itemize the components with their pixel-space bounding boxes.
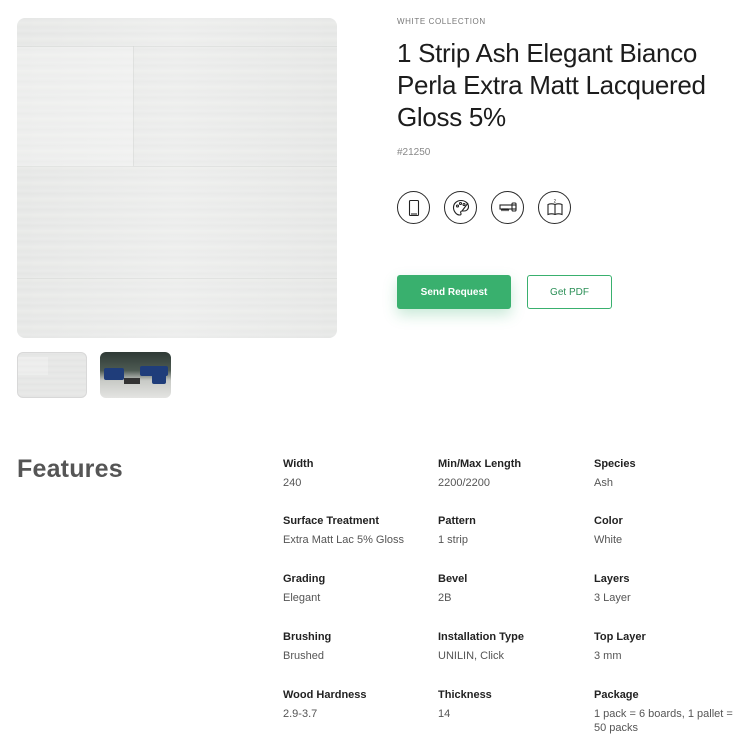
feature-value: Elegant [283, 592, 321, 604]
feature-layers: Layers 3 Layer [594, 573, 739, 605]
feature-label: Wood Hardness [283, 689, 367, 701]
feature-value: 2200/2200 [438, 477, 490, 489]
feature-value: 3 Layer [594, 592, 631, 604]
feature-label: Thickness [438, 689, 492, 701]
feature-label: Surface Treatment [283, 515, 379, 527]
feature-installation-type: Installation Type UNILIN, Click [438, 631, 583, 663]
feature-label: Bevel [438, 573, 468, 585]
feature-icons: 2 [397, 191, 571, 224]
feature-value: 2B [438, 592, 452, 604]
saw-icon[interactable] [491, 191, 524, 224]
feature-label: Top Layer [594, 631, 646, 643]
feature-value: 240 [283, 477, 302, 489]
feature-label: Layers [594, 573, 630, 585]
thumbnail-room-scene[interactable] [100, 352, 171, 398]
feature-value: Brushed [283, 650, 324, 662]
feature-value: UNILIN, Click [438, 650, 505, 662]
get-pdf-button[interactable]: Get PDF [527, 275, 612, 309]
feature-label: Color [594, 515, 623, 527]
feature-label: Min/Max Length [438, 458, 522, 470]
feature-value: 3 mm [594, 650, 622, 662]
feature-label: Package [594, 689, 639, 701]
feature-color: Color White [594, 515, 739, 547]
feature-package: Package 1 pack = 6 boards, 1 pallet = 50… [594, 689, 739, 735]
collection-name: WHITE COLLECTION [397, 17, 486, 26]
feature-brushing: Brushing Brushed [283, 631, 428, 663]
door-icon[interactable] [397, 191, 430, 224]
feature-value: White [594, 534, 623, 546]
feature-thickness: Thickness 14 [438, 689, 583, 721]
feature-min-max-length: Min/Max Length 2200/2200 [438, 458, 583, 490]
feature-value: 14 [438, 708, 451, 720]
features-heading: Features [17, 455, 123, 483]
feature-value: Ash [594, 477, 613, 489]
feature-species: Species Ash [594, 458, 739, 490]
feature-bevel: Bevel 2B [438, 573, 583, 605]
product-sku: #21250 [397, 147, 431, 158]
book-icon[interactable]: 2 [538, 191, 571, 224]
send-request-button[interactable]: Send Request [397, 275, 511, 309]
feature-surface-treatment: Surface Treatment Extra Matt Lac 5% Glos… [283, 515, 428, 547]
svg-text:2: 2 [553, 198, 556, 203]
feature-top-layer: Top Layer 3 mm [594, 631, 739, 663]
feature-value: Extra Matt Lac 5% Gloss [283, 534, 405, 546]
feature-label: Grading [283, 573, 326, 585]
feature-pattern: Pattern 1 strip [438, 515, 583, 547]
feature-grading: Grading Elegant [283, 573, 428, 605]
thumbnail-wood-texture[interactable] [17, 352, 87, 398]
feature-label: Brushing [283, 631, 332, 643]
feature-value: 1 strip [438, 534, 468, 546]
feature-label: Width [283, 458, 314, 470]
product-main-image[interactable] [17, 18, 337, 338]
feature-label: Pattern [438, 515, 476, 527]
thumbnail-strip [17, 352, 171, 398]
palette-icon[interactable] [444, 191, 477, 224]
feature-width: Width 240 [283, 458, 428, 490]
feature-value: 2.9-3.7 [283, 708, 318, 720]
feature-wood-hardness: Wood Hardness 2.9-3.7 [283, 689, 428, 721]
feature-value: 1 pack = 6 boards, 1 pallet = 50 packs [594, 708, 733, 734]
product-title: 1 Strip Ash Elegant Bianco Perla Extra M… [397, 38, 706, 132]
feature-label: Species [594, 458, 636, 470]
feature-label: Installation Type [438, 631, 524, 643]
